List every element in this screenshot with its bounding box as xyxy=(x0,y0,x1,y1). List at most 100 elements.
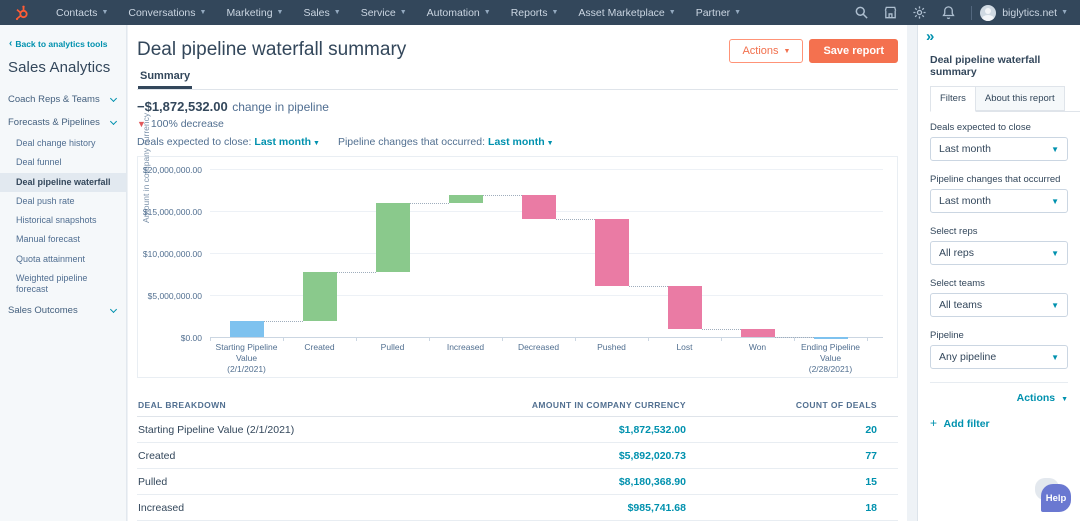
marketplace-icon[interactable] xyxy=(883,5,898,20)
change-value: −$1,872,532.00 xyxy=(137,99,228,114)
sidebar-item-historical-snapshots[interactable]: Historical snapshots xyxy=(0,211,126,230)
row-count-link[interactable]: 15 xyxy=(686,476,877,488)
quick-filter-deals-expected-to-close: Deals expected to close:Last month▼ xyxy=(137,136,320,148)
quick-filter-value-dropdown[interactable]: Last month▼ xyxy=(254,136,320,148)
x-category-label: Lost xyxy=(648,342,721,353)
nav-item-conversations[interactable]: Conversations▼ xyxy=(118,7,216,19)
left-sidebar: ‹ Back to analytics tools Sales Analytic… xyxy=(0,25,127,521)
sidebar-item-deal-push-rate[interactable]: Deal push rate xyxy=(0,192,126,211)
pipeline-change-metric: −$1,872,532.00 change in pipeline xyxy=(137,98,898,116)
row-amount-link[interactable]: $8,180,368.90 xyxy=(446,476,686,488)
chevron-down-icon: ▼ xyxy=(1051,301,1059,310)
field-select-select-teams[interactable]: All teams▼ xyxy=(930,293,1068,317)
settings-icon[interactable] xyxy=(912,5,927,20)
bar-created[interactable] xyxy=(303,272,337,321)
x-axis-tick xyxy=(721,337,722,341)
field-label: Deals expected to close xyxy=(930,122,1068,133)
column-header-count[interactable]: COUNT OF DEALS xyxy=(686,400,877,410)
search-icon[interactable] xyxy=(854,5,869,20)
row-amount-link[interactable]: $5,892,020.73 xyxy=(446,450,686,462)
page-title: Deal pipeline waterfall summary xyxy=(137,39,406,61)
nav-item-partner[interactable]: Partner▼ xyxy=(686,7,751,19)
quick-filter-value: Last month xyxy=(488,136,545,148)
user-avatar[interactable] xyxy=(980,5,996,21)
column-header-amount[interactable]: AMOUNT IN COMPANY CURRENCY xyxy=(446,400,686,410)
nav-item-service[interactable]: Service▼ xyxy=(351,7,417,19)
x-category-label: Decreased xyxy=(502,342,575,353)
sidebar-item-deal-funnel[interactable]: Deal funnel xyxy=(0,153,126,172)
row-count-link[interactable]: 20 xyxy=(686,424,877,436)
nav-item-contacts[interactable]: Contacts▼ xyxy=(46,7,118,19)
sidebar-item-deal-change-history[interactable]: Deal change history xyxy=(0,134,126,153)
field-select-deals-expected-to-close[interactable]: Last month▼ xyxy=(930,137,1068,161)
row-amount-link[interactable]: $1,872,532.00 xyxy=(446,424,686,436)
nav-item-reports[interactable]: Reports▼ xyxy=(501,7,569,19)
x-category-label: Won xyxy=(721,342,794,353)
panel-field-select-teams: Select teamsAll teams▼ xyxy=(930,278,1068,317)
deal-breakdown-table: DEAL BREAKDOWN AMOUNT IN COMPANY CURRENC… xyxy=(137,394,898,521)
tab-summary[interactable]: Summary xyxy=(138,65,192,89)
save-report-button[interactable]: Save report xyxy=(809,39,898,63)
waterfall-connector xyxy=(702,329,741,330)
bar-won[interactable] xyxy=(741,329,775,337)
field-select-pipeline-changes-that-occurred[interactable]: Last month▼ xyxy=(930,189,1068,213)
sidebar-item-deal-pipeline-waterfall[interactable]: Deal pipeline waterfall xyxy=(0,173,126,192)
sidebar-item-quota-attainment[interactable]: Quota attainment xyxy=(0,250,126,269)
field-label: Select reps xyxy=(930,226,1068,237)
sidebar-section-forecasts-pipelines[interactable]: Forecasts & Pipelines xyxy=(0,111,126,134)
hubspot-logo-icon[interactable] xyxy=(14,5,30,21)
bar-increased[interactable] xyxy=(449,195,483,203)
panel-tab-about-this-report[interactable]: About this report xyxy=(976,86,1065,111)
row-label: Starting Pipeline Value (2/1/2021) xyxy=(138,424,446,436)
row-count-link[interactable]: 77 xyxy=(686,450,877,462)
actions-button-label: Actions xyxy=(742,45,778,57)
chevron-down-icon: ▼ xyxy=(1051,249,1059,258)
field-select-pipeline[interactable]: Any pipeline▼ xyxy=(930,345,1068,369)
bar-pulled[interactable] xyxy=(376,203,410,272)
section-label: Forecasts & Pipelines xyxy=(8,117,100,128)
row-count-link[interactable]: 18 xyxy=(686,502,877,514)
back-to-analytics-link[interactable]: ‹ Back to analytics tools xyxy=(9,38,126,49)
table-header: DEAL BREAKDOWN AMOUNT IN COMPANY CURRENC… xyxy=(137,394,898,417)
row-label: Increased xyxy=(138,502,446,514)
sidebar-item-manual-forecast[interactable]: Manual forecast xyxy=(0,230,126,249)
collapse-panel-icon[interactable]: » xyxy=(926,29,1080,44)
quick-filter-value-dropdown[interactable]: Last month▼ xyxy=(488,136,554,148)
field-select-select-reps[interactable]: All reps▼ xyxy=(930,241,1068,265)
bar-starting-pipeline-value-2-1-2021[interactable] xyxy=(230,321,264,337)
actions-button[interactable]: Actions ▼ xyxy=(729,39,803,63)
sidebar-section-coach-reps-teams[interactable]: Coach Reps & Teams xyxy=(0,88,126,111)
panel-actions-link[interactable]: Actions ▼ xyxy=(930,382,1068,404)
add-filter-link[interactable]: + Add filter xyxy=(930,416,1068,430)
bar-ending-pipeline-value-2-28-2021[interactable] xyxy=(814,337,848,339)
sidebar-title: Sales Analytics xyxy=(8,59,126,76)
nav-item-asset-marketplace[interactable]: Asset Marketplace▼ xyxy=(568,7,685,19)
waterfall-connector xyxy=(775,337,814,338)
section-label: Sales Outcomes xyxy=(8,305,78,316)
table-row-created: Created$5,892,020.7377 xyxy=(137,443,898,469)
nav-item-sales[interactable]: Sales▼ xyxy=(293,7,350,19)
bar-decreased[interactable] xyxy=(522,195,556,220)
sidebar-section-sales-outcomes[interactable]: Sales Outcomes xyxy=(0,299,126,322)
report-tabs: Summary xyxy=(137,65,898,90)
nav-item-marketing[interactable]: Marketing▼ xyxy=(216,7,293,19)
bar-pushed[interactable] xyxy=(595,219,629,286)
chevron-down-icon: ▼ xyxy=(313,140,320,147)
nav-item-automation[interactable]: Automation▼ xyxy=(417,7,501,19)
panel-tab-filters[interactable]: Filters xyxy=(930,86,976,112)
panel-fields: Deals expected to closeLast month▼Pipeli… xyxy=(918,112,1080,369)
x-category-label: Created xyxy=(283,342,356,353)
sidebar-item-weighted-pipeline-forecast[interactable]: Weighted pipeline forecast xyxy=(0,269,126,300)
bar-lost[interactable] xyxy=(668,286,702,329)
notifications-icon[interactable] xyxy=(941,5,956,20)
help-button[interactable]: Help xyxy=(1041,484,1071,512)
x-category-label: Increased xyxy=(429,342,502,353)
account-menu[interactable]: biglytics.net ▼ xyxy=(1002,7,1068,19)
row-amount-link[interactable]: $985,741.68 xyxy=(446,502,686,514)
filters-panel: » Deal pipeline waterfall summary Filter… xyxy=(917,25,1080,521)
primary-nav: Contacts▼Conversations▼Marketing▼Sales▼S… xyxy=(46,7,751,19)
chevron-down-icon: ▼ xyxy=(1061,396,1068,403)
quick-filters: Deals expected to close:Last month▼Pipel… xyxy=(137,136,898,148)
field-value: Last month xyxy=(939,195,991,207)
column-header-deal-breakdown[interactable]: DEAL BREAKDOWN xyxy=(138,400,446,410)
